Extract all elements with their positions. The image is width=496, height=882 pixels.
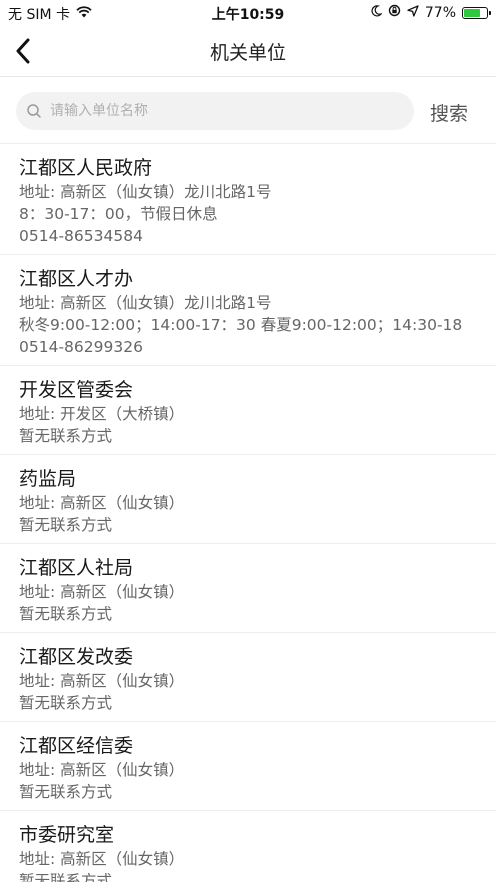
unit-detail-line: 地址: 开发区（大桥镇） <box>19 405 185 423</box>
battery-tip <box>489 10 491 15</box>
battery-percent: 77% <box>424 4 456 21</box>
unit-detail-line: 地址: 高新区（仙女镇） <box>19 494 185 512</box>
list-item[interactable]: 江都区发改委地址: 高新区（仙女镇） 暂无联系方式 <box>0 633 496 722</box>
unit-detail-line: 地址: 高新区（仙女镇） <box>19 761 185 779</box>
nav-bar: 机关单位 <box>0 26 496 77</box>
list-item[interactable]: 江都区人社局地址: 高新区（仙女镇） 暂无联系方式 <box>0 544 496 633</box>
battery-icon <box>462 6 491 19</box>
status-bar: 无 SIM 卡 上午10:59 77% <box>0 0 496 26</box>
moon-icon <box>370 4 383 21</box>
unit-detail-line: 暂无联系方式 <box>19 605 113 623</box>
unit-detail-line: 地址: 高新区（仙女镇） <box>19 583 185 601</box>
search-button[interactable]: 搜索 <box>430 99 468 126</box>
rotation-lock-icon <box>388 4 401 21</box>
list-item[interactable]: 江都区人才办地址: 高新区（仙女镇）龙川北路1号秋冬9:00-12:00；14:… <box>0 255 496 366</box>
unit-name: 江都区人民政府 <box>19 157 153 179</box>
unit-detail-line: 秋冬9:00-12:00；14:00-17：30 春夏9:00-12:00；14… <box>19 316 463 334</box>
unit-name: 药监局 <box>19 468 77 490</box>
unit-detail-line: 暂无联系方式 <box>19 783 113 801</box>
unit-name: 江都区发改委 <box>19 646 134 668</box>
screen: 无 SIM 卡 上午10:59 77% 机关单位 请输入单位名称 搜索 江都区人… <box>0 0 496 882</box>
unit-detail-line: 地址: 高新区（仙女镇）龙川北路1号 <box>19 294 272 312</box>
unit-name: 市委研究室 <box>19 824 115 846</box>
status-right: 77% <box>370 4 491 21</box>
unit-detail-line: 暂无联系方式 <box>19 427 113 445</box>
search-input[interactable] <box>48 102 392 120</box>
unit-list: 江都区人民政府地址: 高新区（仙女镇）龙川北路1号 8：30-17：00，节假日休… <box>0 144 496 882</box>
list-item[interactable]: 江都区人民政府地址: 高新区（仙女镇）龙川北路1号 8：30-17：00，节假日休… <box>0 144 496 255</box>
unit-name: 开发区管委会 <box>19 379 134 401</box>
unit-detail-line: 暂无联系方式 <box>19 694 113 712</box>
battery-fill <box>464 8 481 17</box>
unit-name: 江都区人社局 <box>19 557 134 579</box>
unit-detail-line: 暂无联系方式 <box>19 516 113 534</box>
unit-detail-line: 地址: 高新区（仙女镇）龙川北路1号 <box>19 183 272 201</box>
list-item[interactable]: 药监局地址: 高新区（仙女镇） 暂无联系方式 <box>0 455 496 544</box>
unit-detail-line: 暂无联系方式 <box>19 872 113 882</box>
search-icon <box>27 104 41 118</box>
search-bar: 搜索 <box>0 77 496 144</box>
unit-detail-line: 0514-86299326 <box>19 338 143 356</box>
unit-detail-line: 8：30-17：00，节假日休息 <box>19 205 218 223</box>
unit-detail-line: 0514-86534584 <box>19 227 143 245</box>
unit-detail-line: 地址: 高新区（仙女镇） <box>19 672 185 690</box>
list-item[interactable]: 市委研究室地址: 高新区（仙女镇） 暂无联系方式 <box>0 811 496 882</box>
list-item[interactable]: 江都区经信委地址: 高新区（仙女镇） 暂无联系方式 <box>0 722 496 811</box>
list-item[interactable]: 开发区管委会地址: 开发区（大桥镇） 暂无联系方式 <box>0 366 496 455</box>
unit-detail-line: 地址: 高新区（仙女镇） <box>19 850 185 868</box>
unit-name: 江都区人才办 <box>19 268 134 290</box>
unit-name: 江都区经信委 <box>19 735 134 757</box>
page-title: 机关单位 <box>209 42 286 64</box>
location-icon <box>407 4 419 21</box>
search-box[interactable] <box>16 92 414 130</box>
